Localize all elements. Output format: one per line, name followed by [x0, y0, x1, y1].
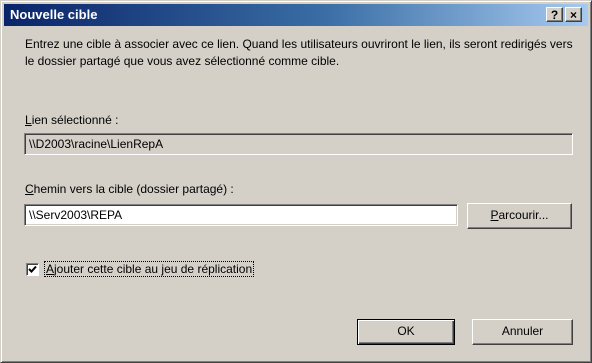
close-button[interactable]: ×: [565, 7, 582, 22]
description-text: Entrez une cible à associer avec ce lien…: [25, 37, 573, 68]
title-bar[interactable]: Nouvelle cible ? ×: [4, 4, 588, 26]
replication-checkbox[interactable]: [26, 263, 39, 276]
dialog-title: Nouvelle cible: [10, 7, 98, 22]
cancel-button[interactable]: Annuler: [472, 319, 573, 345]
ok-button[interactable]: OK: [357, 319, 455, 345]
help-button[interactable]: ?: [546, 7, 563, 22]
new-target-dialog: Nouvelle cible ? × Entrez une cible à as…: [0, 0, 592, 363]
target-path-label: Chemin vers la cible (dossier partagé) :: [25, 182, 234, 196]
checkmark-icon: [28, 265, 37, 273]
browse-button[interactable]: Parcourir...: [467, 203, 572, 229]
selected-link-label: Lien sélectionné :: [25, 113, 119, 127]
selected-link-field[interactable]: \\D2003\racine\LienRepA: [24, 133, 573, 155]
target-path-input[interactable]: \\Serv2003\REPA: [24, 204, 458, 226]
replication-checkbox-label[interactable]: Ajouter cette cible au jeu de réplicatio…: [43, 261, 255, 277]
